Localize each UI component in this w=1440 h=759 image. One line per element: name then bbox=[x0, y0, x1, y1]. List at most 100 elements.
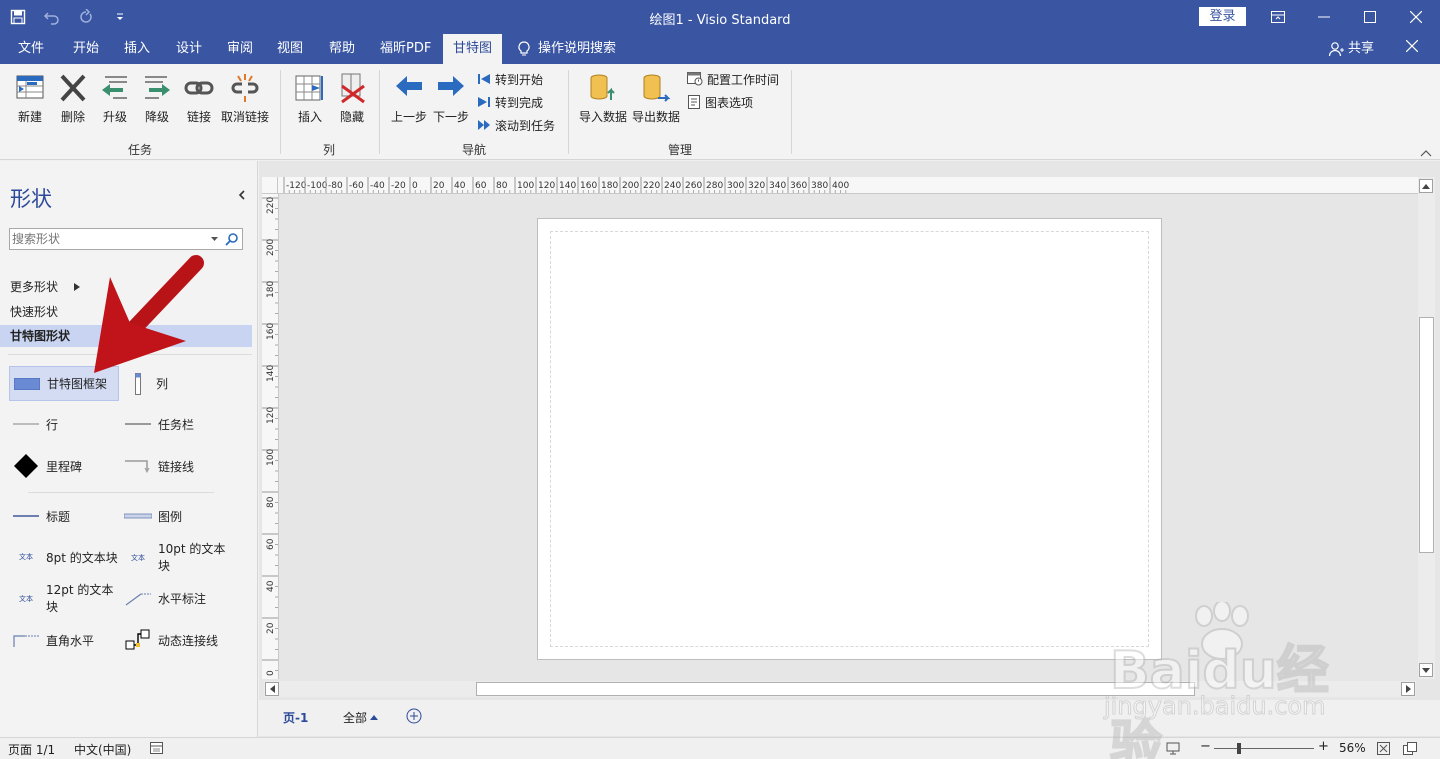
text-block-icon: 文本 bbox=[12, 589, 40, 609]
horizontal-scroll-thumb[interactable] bbox=[476, 682, 1195, 696]
fit-to-window-icon[interactable] bbox=[1377, 742, 1390, 758]
shape-title[interactable]: 标题 bbox=[12, 506, 70, 526]
shape-text-block-8pt[interactable]: 文本 8pt 的文本块 bbox=[12, 547, 118, 567]
share-button[interactable]: 共享 bbox=[1328, 34, 1374, 64]
previous-step-button[interactable]: 上一步 bbox=[391, 72, 427, 125]
person-add-icon bbox=[1328, 42, 1344, 57]
horizontal-scrollbar[interactable] bbox=[264, 681, 1416, 697]
ruler-tick-label: 100 bbox=[266, 449, 276, 466]
ruler-tick-label: -80 bbox=[328, 181, 343, 191]
text-block-icon: 文本 bbox=[124, 548, 152, 568]
shape-row[interactable]: 行 bbox=[12, 414, 58, 434]
switch-windows-icon[interactable] bbox=[1403, 742, 1417, 758]
link-tasks-button[interactable]: 链接 bbox=[182, 72, 216, 125]
page-tab-1[interactable]: 页-1 bbox=[283, 709, 308, 726]
more-shapes-label: 更多形状 bbox=[10, 280, 59, 294]
import-data-button[interactable]: 导入数据 bbox=[578, 72, 628, 125]
maximize-icon[interactable] bbox=[1347, 0, 1393, 34]
presentation-mode-icon[interactable] bbox=[1166, 742, 1180, 758]
go-to-start-button[interactable]: 转到开始 bbox=[477, 70, 543, 88]
export-data-button[interactable]: 导出数据 bbox=[631, 72, 681, 125]
close-document-icon[interactable] bbox=[1405, 39, 1424, 58]
minimize-icon[interactable] bbox=[1301, 0, 1347, 34]
zoom-out-icon[interactable]: − bbox=[1200, 739, 1211, 754]
shape-label: 动态连接线 bbox=[158, 633, 219, 648]
arrow-left-icon bbox=[393, 72, 425, 104]
tab-foxit-pdf[interactable]: 福昕PDF bbox=[372, 34, 439, 64]
shape-text-block-12pt[interactable]: 文本 12pt 的文本块 bbox=[12, 582, 122, 616]
export-data-label: 导出数据 bbox=[631, 110, 680, 124]
ribbon-display-options-icon[interactable] bbox=[1255, 0, 1301, 34]
drawing-page[interactable] bbox=[537, 218, 1162, 660]
login-button[interactable]: 登录 bbox=[1199, 7, 1246, 26]
shape-horizontal-callout[interactable]: 水平标注 bbox=[124, 588, 206, 608]
status-bar: 页面 1/1 中文(中国) − + 56% bbox=[0, 737, 1440, 759]
stencil-divider bbox=[28, 492, 214, 493]
configure-working-time-button[interactable]: 配置工作时间 bbox=[687, 70, 779, 88]
text-block-tiny-label: 文本 bbox=[131, 554, 145, 562]
shape-milestone[interactable]: 里程碑 bbox=[12, 453, 82, 479]
insert-column-button[interactable]: 插入 bbox=[293, 72, 327, 125]
delete-x-icon bbox=[57, 72, 89, 104]
scroll-up-icon[interactable] bbox=[1419, 179, 1433, 193]
delete-task-button[interactable]: 删除 bbox=[56, 72, 90, 125]
shape-text-block-10pt[interactable]: 文本 10pt 的文本块 bbox=[124, 541, 234, 575]
tab-home[interactable]: 开始 bbox=[65, 34, 107, 64]
chevron-left-icon[interactable] bbox=[238, 189, 246, 203]
tab-insert[interactable]: 插入 bbox=[116, 34, 158, 64]
calendar-clock-icon bbox=[687, 72, 703, 86]
search-shapes-input[interactable] bbox=[12, 230, 208, 248]
go-to-finish-button[interactable]: 转到完成 bbox=[477, 93, 543, 111]
zoom-slider-thumb[interactable] bbox=[1237, 743, 1241, 754]
page-count-status[interactable]: 页面 1/1 bbox=[8, 741, 55, 758]
close-window-icon[interactable] bbox=[1393, 0, 1439, 34]
scroll-right-icon[interactable] bbox=[1401, 682, 1415, 696]
shape-task-bar[interactable]: 任务栏 bbox=[124, 414, 194, 434]
ruler-tick-label: 220 bbox=[643, 181, 660, 191]
vertical-scrollbar[interactable] bbox=[1418, 177, 1435, 679]
group-label-tasks: 任务 bbox=[128, 143, 153, 157]
ruler-tick-label: 80 bbox=[496, 181, 508, 191]
shape-label: 8pt 的文本块 bbox=[46, 550, 118, 565]
shape-legend[interactable]: 图例 bbox=[124, 506, 182, 526]
dropdown-arrow-icon[interactable] bbox=[211, 237, 218, 242]
add-page-icon[interactable] bbox=[406, 708, 422, 727]
zoom-level[interactable]: 56% bbox=[1339, 741, 1366, 755]
tab-review[interactable]: 审阅 bbox=[219, 34, 261, 64]
tell-me-label: 操作说明搜索 bbox=[538, 41, 617, 56]
next-step-button[interactable]: 下一步 bbox=[433, 72, 469, 125]
macro-record-icon[interactable] bbox=[150, 742, 164, 758]
scroll-left-icon[interactable] bbox=[265, 682, 279, 696]
tab-design[interactable]: 设计 bbox=[168, 34, 210, 64]
scroll-down-icon[interactable] bbox=[1419, 663, 1433, 677]
unlink-tasks-button[interactable]: 取消链接 bbox=[220, 72, 270, 125]
collapse-ribbon-icon[interactable] bbox=[1420, 146, 1432, 157]
shape-label: 链接线 bbox=[158, 459, 195, 474]
tell-me-search[interactable]: 操作说明搜索 bbox=[510, 34, 624, 64]
zoom-in-icon[interactable]: + bbox=[1318, 739, 1329, 754]
ruler-tick-label: 200 bbox=[266, 239, 276, 256]
language-status[interactable]: 中文(中国) bbox=[74, 741, 131, 758]
tab-help[interactable]: 帮助 bbox=[321, 34, 363, 64]
chart-options-button[interactable]: 图表选项 bbox=[687, 93, 753, 111]
shape-dynamic-connector[interactable]: 动态连接线 bbox=[124, 627, 218, 653]
shape-label: 图例 bbox=[158, 509, 183, 524]
tab-gantt-chart[interactable]: 甘特图 bbox=[443, 34, 503, 64]
shape-right-angle-horizontal[interactable]: 直角水平 bbox=[12, 630, 94, 650]
promote-task-button[interactable]: 升级 bbox=[98, 72, 132, 125]
shape-link-line[interactable]: 链接线 bbox=[124, 456, 194, 476]
tab-file[interactable]: 文件 bbox=[10, 34, 52, 64]
zoom-slider[interactable] bbox=[1214, 748, 1314, 749]
go-to-start-label: 转到开始 bbox=[495, 72, 544, 87]
demote-task-button[interactable]: 降级 bbox=[140, 72, 174, 125]
search-icon[interactable] bbox=[225, 232, 239, 246]
dynamic-connector-icon bbox=[124, 629, 152, 650]
new-task-button[interactable]: 新建 bbox=[13, 72, 47, 125]
tab-view[interactable]: 视图 bbox=[269, 34, 311, 64]
shape-label: 标题 bbox=[46, 509, 71, 524]
hide-column-button[interactable]: 隐藏 bbox=[335, 72, 369, 125]
all-pages-button[interactable]: 全部 bbox=[343, 709, 379, 726]
scroll-to-task-button[interactable]: 滚动到任务 bbox=[477, 116, 555, 134]
vertical-scroll-thumb[interactable] bbox=[1419, 317, 1434, 553]
visio-window: 绘图1 - Visio Standard 登录 文件 开始 插入 设计 审阅 视… bbox=[0, 0, 1440, 759]
